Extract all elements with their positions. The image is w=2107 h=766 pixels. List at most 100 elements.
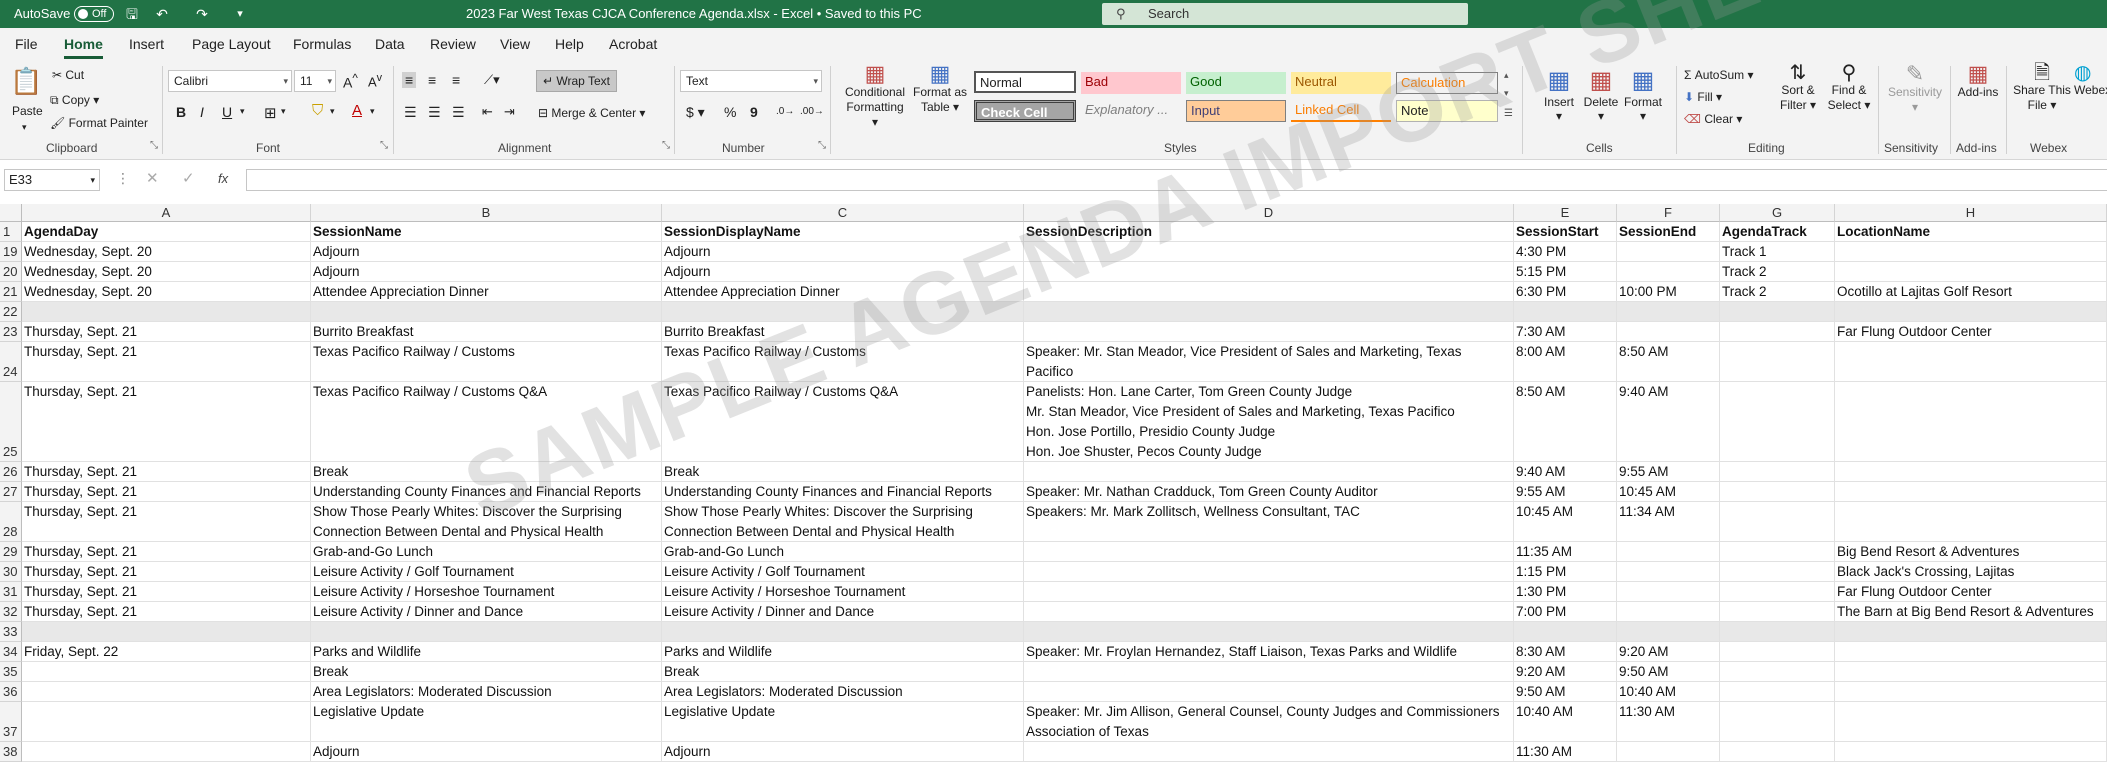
table-cell[interactable] — [1024, 262, 1514, 282]
document-title[interactable]: 2023 Far West Texas CJCA Conference Agen… — [466, 0, 922, 28]
column-header-e[interactable]: E — [1514, 204, 1617, 222]
table-cell[interactable]: Burrito Breakfast — [311, 322, 662, 342]
table-cell[interactable]: 11:35 AM — [1514, 542, 1617, 562]
table-cell[interactable]: Break — [311, 462, 662, 482]
clear-button[interactable]: ⌫ Clear ▾ — [1684, 112, 1742, 126]
table-cell[interactable]: Grab-and-Go Lunch — [311, 542, 662, 562]
tab-data[interactable]: Data — [375, 35, 405, 59]
row-header-36[interactable]: 36 — [0, 682, 22, 702]
table-cell[interactable] — [1835, 382, 2107, 462]
table-cell[interactable]: 11:34 AM — [1617, 502, 1720, 542]
table-cell[interactable]: 7:30 AM — [1514, 322, 1617, 342]
table-cell[interactable]: Leisure Activity / Golf Tournament — [662, 562, 1024, 582]
align-right-icon[interactable]: ☰ — [452, 104, 465, 121]
table-cell[interactable]: Texas Pacifico Railway / Customs — [662, 342, 1024, 382]
table-cell[interactable] — [1720, 622, 1835, 642]
table-cell[interactable]: Panelists: Hon. Lane Carter, Tom Green C… — [1024, 382, 1514, 462]
table-cell[interactable] — [662, 302, 1024, 322]
row-header-20[interactable]: 20 — [0, 262, 22, 282]
row-header-27[interactable]: 27 — [0, 482, 22, 502]
table-cell[interactable]: Wednesday, Sept. 20 — [22, 262, 311, 282]
table-cell[interactable] — [1720, 682, 1835, 702]
table-cell[interactable] — [1835, 342, 2107, 382]
table-cell[interactable]: Far Flung Outdoor Center — [1835, 582, 2107, 602]
row-header-23[interactable]: 23 — [0, 322, 22, 342]
table-cell[interactable]: Thursday, Sept. 21 — [22, 602, 311, 622]
italic-button[interactable]: I — [200, 104, 204, 120]
sort-filter-button[interactable]: ⇅ Sort & Filter ▾ — [1776, 63, 1820, 113]
table-cell[interactable]: Leisure Activity / Dinner and Dance — [311, 602, 662, 622]
underline-dropdown-icon[interactable]: ▾ — [240, 106, 245, 117]
table-cell[interactable] — [22, 682, 311, 702]
table-cell[interactable]: Leisure Activity / Horseshoe Tournament — [662, 582, 1024, 602]
font-color-dropdown-icon[interactable]: ▾ — [370, 106, 375, 117]
table-cell[interactable]: 8:30 AM — [1514, 642, 1617, 662]
webex-button[interactable]: ◍ Webex — [2074, 63, 2107, 98]
style-explanatory[interactable]: Explanatory ... — [1081, 100, 1181, 122]
table-cell[interactable]: Texas Pacifico Railway / Customs — [311, 342, 662, 382]
table-cell[interactable] — [1835, 302, 2107, 322]
styles-scroll-down-icon[interactable]: ▾ — [1504, 88, 1509, 99]
row-header-1[interactable]: 1 — [0, 222, 22, 242]
find-select-button[interactable]: ⚲ Find & Select ▾ — [1826, 63, 1872, 113]
table-cell[interactable] — [1720, 462, 1835, 482]
table-cell[interactable]: 8:50 AM — [1617, 342, 1720, 382]
wrap-text-button[interactable]: ↵ Wrap Text — [536, 70, 617, 92]
row-header-34[interactable]: 34 — [0, 642, 22, 662]
table-cell[interactable] — [1024, 562, 1514, 582]
table-cell[interactable]: Ocotillo at Lajitas Golf Resort — [1835, 282, 2107, 302]
table-cell[interactable]: Area Legislators: Moderated Discussion — [662, 682, 1024, 702]
table-cell[interactable] — [662, 622, 1024, 642]
header-cell[interactable]: AgendaDay — [22, 222, 311, 242]
redo-icon[interactable]: ↷ — [194, 6, 210, 22]
row-header-29[interactable]: 29 — [0, 542, 22, 562]
align-middle-icon[interactable]: ≡ — [428, 72, 436, 88]
style-calculation[interactable]: Calculation — [1396, 72, 1498, 94]
table-cell[interactable] — [22, 662, 311, 682]
table-cell[interactable] — [1835, 642, 2107, 662]
table-cell[interactable]: 9:55 AM — [1617, 462, 1720, 482]
delete-cells-button[interactable]: ▦ Delete ▾ — [1580, 66, 1622, 123]
table-cell[interactable] — [1720, 502, 1835, 542]
bold-button[interactable]: B — [176, 104, 186, 120]
table-cell[interactable] — [1024, 682, 1514, 702]
table-cell[interactable] — [1835, 742, 2107, 762]
table-cell[interactable] — [1024, 742, 1514, 762]
table-cell[interactable]: Understanding County Finances and Financ… — [662, 482, 1024, 502]
table-cell[interactable]: 9:20 AM — [1514, 662, 1617, 682]
table-cell[interactable] — [1617, 322, 1720, 342]
fill-color-dropdown-icon[interactable]: ▾ — [330, 106, 335, 117]
shrink-font-icon[interactable]: Av — [368, 72, 382, 89]
table-cell[interactable]: Adjourn — [311, 742, 662, 762]
table-cell[interactable] — [1720, 642, 1835, 662]
table-cell[interactable]: Show Those Pearly Whites: Discover the S… — [311, 502, 662, 542]
table-cell[interactable] — [1835, 242, 2107, 262]
row-header-22[interactable]: 22 — [0, 302, 22, 322]
table-cell[interactable]: Break — [311, 662, 662, 682]
table-cell[interactable]: Speakers: Mr. Mark Zollitsch, Wellness C… — [1024, 502, 1514, 542]
table-cell[interactable]: Legislative Update — [311, 702, 662, 742]
header-cell[interactable]: SessionName — [311, 222, 662, 242]
row-header-35[interactable]: 35 — [0, 662, 22, 682]
formula-input[interactable] — [246, 169, 2107, 191]
style-input[interactable]: Input — [1186, 100, 1286, 122]
table-cell[interactable] — [22, 702, 311, 742]
table-cell[interactable]: 9:40 AM — [1514, 462, 1617, 482]
table-cell[interactable]: 9:50 AM — [1617, 662, 1720, 682]
table-cell[interactable]: Adjourn — [311, 242, 662, 262]
table-cell[interactable]: 5:15 PM — [1514, 262, 1617, 282]
table-cell[interactable]: Friday, Sept. 22 — [22, 642, 311, 662]
row-header-26[interactable]: 26 — [0, 462, 22, 482]
table-cell[interactable] — [1720, 382, 1835, 462]
table-cell[interactable] — [1720, 582, 1835, 602]
header-cell[interactable]: AgendaTrack — [1720, 222, 1835, 242]
add-ins-button[interactable]: ▦ Add-ins — [1956, 63, 2000, 100]
column-header-g[interactable]: G — [1720, 204, 1835, 222]
table-cell[interactable]: Thursday, Sept. 21 — [22, 462, 311, 482]
underline-button[interactable]: U — [222, 104, 232, 120]
table-cell[interactable] — [1720, 562, 1835, 582]
borders-icon[interactable]: ⊞ — [264, 104, 277, 122]
table-cell[interactable]: Speaker: Mr. Nathan Cradduck, Tom Green … — [1024, 482, 1514, 502]
table-cell[interactable]: Thursday, Sept. 21 — [22, 342, 311, 382]
tab-home[interactable]: Home — [64, 35, 103, 59]
